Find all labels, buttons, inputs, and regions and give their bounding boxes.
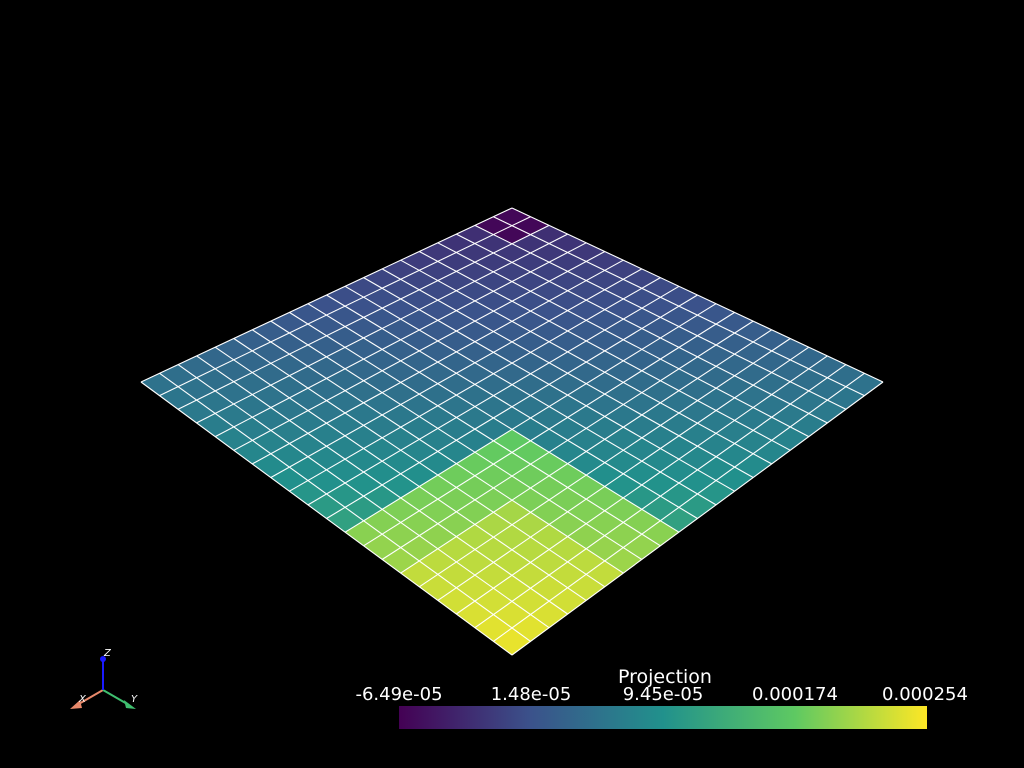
x-axis-label: X [78, 694, 87, 705]
render-viewport[interactable]: X Y Z [0, 0, 1024, 768]
z-axis-label: Z [103, 648, 112, 659]
y-axis-label: Y [131, 694, 138, 705]
projection-mesh[interactable] [140, 207, 884, 656]
orientation-axes-widget: X Y Z [70, 648, 138, 709]
